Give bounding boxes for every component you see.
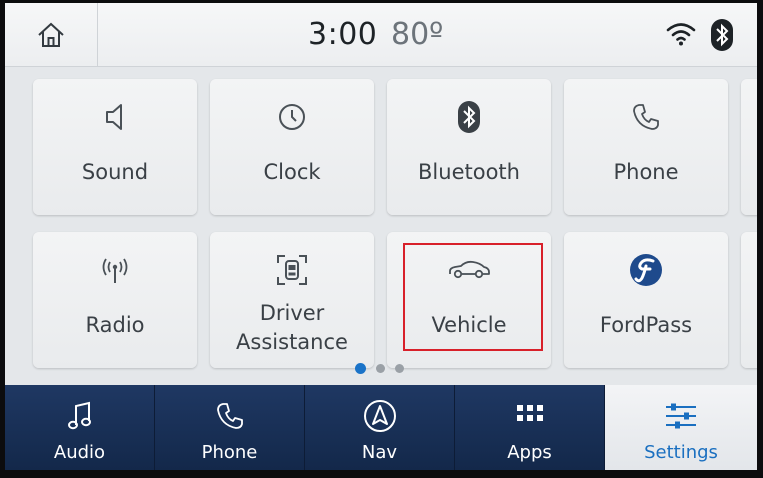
antenna-icon bbox=[102, 258, 128, 283]
nav-settings[interactable]: Settings bbox=[605, 385, 757, 470]
nav-apps[interactable]: Apps bbox=[455, 385, 605, 470]
nav-audio[interactable]: Audio bbox=[5, 385, 155, 470]
tile-label-line1: Driver bbox=[259, 301, 325, 325]
driver-assist-icon bbox=[277, 255, 307, 285]
nav-phone[interactable]: Phone bbox=[155, 385, 305, 470]
outside-temperature: 80º bbox=[391, 17, 444, 52]
tile-driver-assistance[interactable]: Driver Assistance bbox=[210, 232, 374, 368]
page-dot-active[interactable] bbox=[355, 363, 366, 374]
tile-phone[interactable]: Phone bbox=[564, 79, 728, 215]
tile-next-page-peek[interactable] bbox=[741, 232, 757, 368]
tile-vehicle[interactable]: Vehicle bbox=[387, 232, 551, 368]
tile-sound[interactable]: Sound bbox=[33, 79, 197, 215]
clock-time: 3:00 bbox=[308, 17, 378, 52]
bluetooth-icon bbox=[711, 19, 733, 51]
sync-screen: 3:00 80º Sound Clock Bluetooth Phone Rad… bbox=[5, 3, 757, 470]
bottom-nav: Audio Phone Nav Apps Settings bbox=[5, 385, 757, 470]
tile-label: FordPass bbox=[599, 313, 693, 337]
tile-label: Vehicle bbox=[431, 313, 507, 337]
sliders-icon bbox=[666, 403, 696, 429]
car-icon bbox=[449, 260, 490, 279]
tile-label: Driver Assistance bbox=[210, 299, 374, 357]
clock-icon bbox=[279, 104, 305, 130]
tile-radio[interactable]: Radio bbox=[33, 232, 197, 368]
tile-label: Clock bbox=[263, 160, 321, 184]
bluetooth-icon bbox=[458, 101, 480, 133]
music-note-icon bbox=[67, 401, 91, 430]
tile-label-line2: Assistance bbox=[236, 330, 348, 354]
page-dot[interactable] bbox=[376, 364, 385, 373]
speaker-icon bbox=[106, 104, 122, 130]
status-bar: 3:00 80º bbox=[5, 3, 757, 67]
nav-label: Apps bbox=[507, 442, 552, 463]
nav-label: Audio bbox=[53, 442, 106, 463]
wifi-icon bbox=[666, 23, 696, 46]
tile-bluetooth[interactable]: Bluetooth bbox=[387, 79, 551, 215]
nav-nav[interactable]: Nav bbox=[305, 385, 455, 470]
page-dot[interactable] bbox=[395, 364, 404, 373]
tile-label: Phone bbox=[613, 160, 679, 184]
home-button[interactable] bbox=[5, 3, 98, 67]
nav-label: Settings bbox=[644, 442, 718, 463]
nav-label: Nav bbox=[361, 442, 398, 463]
page-indicator[interactable] bbox=[355, 363, 404, 374]
tile-fordpass[interactable]: FordPass bbox=[564, 232, 728, 368]
tile-label: Bluetooth bbox=[418, 160, 520, 184]
home-icon bbox=[38, 22, 64, 47]
phone-icon bbox=[633, 104, 659, 130]
fordpass-logo-icon bbox=[630, 254, 662, 286]
compass-icon bbox=[363, 400, 396, 432]
tile-next-page-peek[interactable] bbox=[741, 79, 757, 215]
nav-label: Phone bbox=[201, 442, 258, 463]
tile-clock[interactable]: Clock bbox=[210, 79, 374, 215]
grid-icon bbox=[516, 405, 543, 421]
tile-label: Radio bbox=[85, 313, 145, 337]
tile-label: Sound bbox=[81, 160, 149, 184]
phone-icon bbox=[216, 403, 243, 429]
